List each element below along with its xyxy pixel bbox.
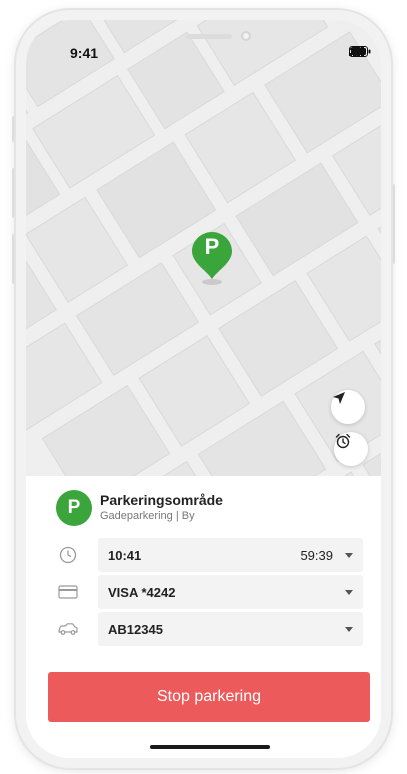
chevron-down-icon [345, 590, 353, 595]
end-time-value: 10:41 [108, 548, 142, 563]
chevron-down-icon [345, 553, 353, 558]
car-icon [56, 612, 80, 646]
clock-icon [56, 538, 80, 572]
alarm-clock-icon [335, 433, 351, 449]
phone-screen: 9:41 P P Parkeringsområde Gadeparkering … [26, 20, 381, 758]
zone-title: Parkeringsområde [100, 492, 223, 508]
end-time-select[interactable]: 10:41 59:39 [98, 538, 363, 572]
front-camera [241, 31, 251, 41]
payment-method-select[interactable]: VISA *4242 [98, 575, 363, 609]
speaker-notch [186, 34, 232, 39]
locate-me-button[interactable] [331, 390, 365, 424]
zone-badge: P [56, 490, 92, 526]
chevron-down-icon [345, 627, 353, 632]
navigation-arrow-icon [333, 392, 345, 404]
home-indicator [150, 745, 270, 749]
payment-method-value: VISA *4242 [108, 585, 176, 600]
vehicle-select[interactable]: AB12345 [98, 612, 363, 646]
alarm-button[interactable] [334, 432, 368, 466]
battery-icon [349, 46, 371, 57]
parking-sheet: P Parkeringsområde Gadeparkering | By 10… [26, 476, 381, 758]
power-button [391, 184, 395, 264]
credit-card-icon [56, 575, 80, 609]
status-time: 9:41 [70, 45, 99, 61]
status-bar: 9:41 [26, 20, 381, 64]
stop-parking-button[interactable]: Stop parkering [48, 672, 370, 722]
pin-label: P [204, 234, 220, 259]
parking-pin[interactable]: P [190, 230, 234, 288]
remaining-time: 59:39 [300, 548, 333, 563]
zone-subtitle: Gadeparkering | By [100, 510, 195, 522]
vehicle-plate-value: AB12345 [108, 622, 163, 637]
map-view[interactable]: 9:41 P [26, 20, 381, 476]
